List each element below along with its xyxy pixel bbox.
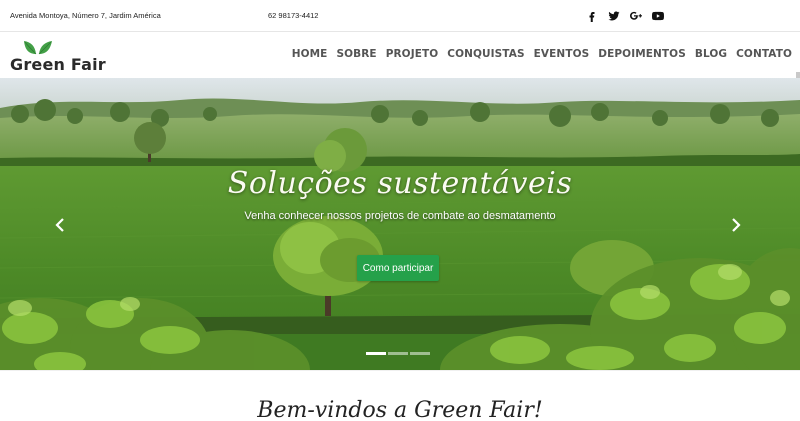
brand-name: Green Fair <box>10 55 106 74</box>
menu-item-sobre[interactable]: SOBRE <box>336 48 376 60</box>
menu-item-conquistas[interactable]: CONQUISTAS <box>447 48 524 60</box>
menu-item-contato[interactable]: CONTATO <box>736 48 792 60</box>
hero-subtitle: Venha conhecer nossos projetos de combat… <box>244 210 556 222</box>
brand-logo[interactable]: Green Fair <box>10 38 120 74</box>
youtube-icon[interactable] <box>652 10 664 22</box>
main-navbar: Green Fair HOME SOBRE PROJETO CONQUISTAS… <box>0 32 800 90</box>
como-participar-button[interactable]: Como participar <box>357 255 439 281</box>
menu-item-eventos[interactable]: EVENTOS <box>534 48 590 60</box>
carousel-prev-button[interactable] <box>51 216 69 234</box>
leaves-icon <box>24 41 52 55</box>
menu-item-depoimentos[interactable]: DEPOIMENTOS <box>598 48 686 60</box>
chevron-right-icon <box>732 218 741 232</box>
top-bar: Avenida Montoya, Número 7, Jardim Améric… <box>0 0 800 32</box>
chevron-left-icon <box>55 218 64 232</box>
address-text: Avenida Montoya, Número 7, Jardim Améric… <box>10 11 161 20</box>
hero-background-image <box>0 78 800 370</box>
menu-item-blog[interactable]: BLOG <box>695 48 727 60</box>
carousel-indicator[interactable] <box>388 352 408 355</box>
main-menu: HOME SOBRE PROJETO CONQUISTAS EVENTOS DE… <box>292 48 792 60</box>
menu-item-home[interactable]: HOME <box>292 48 328 60</box>
carousel-indicator[interactable] <box>366 352 386 355</box>
social-links <box>586 10 664 22</box>
section-divider <box>0 370 800 371</box>
google-plus-icon[interactable] <box>630 10 642 22</box>
hero-title: Soluções sustentáveis <box>227 166 573 201</box>
carousel-indicators <box>366 352 430 355</box>
welcome-heading: Bem-vindos a Green Fair! <box>257 398 543 421</box>
phone-text: 62 98173-4412 <box>268 11 319 20</box>
menu-item-projeto[interactable]: PROJETO <box>386 48 439 60</box>
carousel-next-button[interactable] <box>727 216 745 234</box>
twitter-icon[interactable] <box>608 10 620 22</box>
hero-carousel: Soluções sustentáveis Venha conhecer nos… <box>0 78 800 370</box>
facebook-icon[interactable] <box>586 10 598 22</box>
carousel-indicator[interactable] <box>410 352 430 355</box>
